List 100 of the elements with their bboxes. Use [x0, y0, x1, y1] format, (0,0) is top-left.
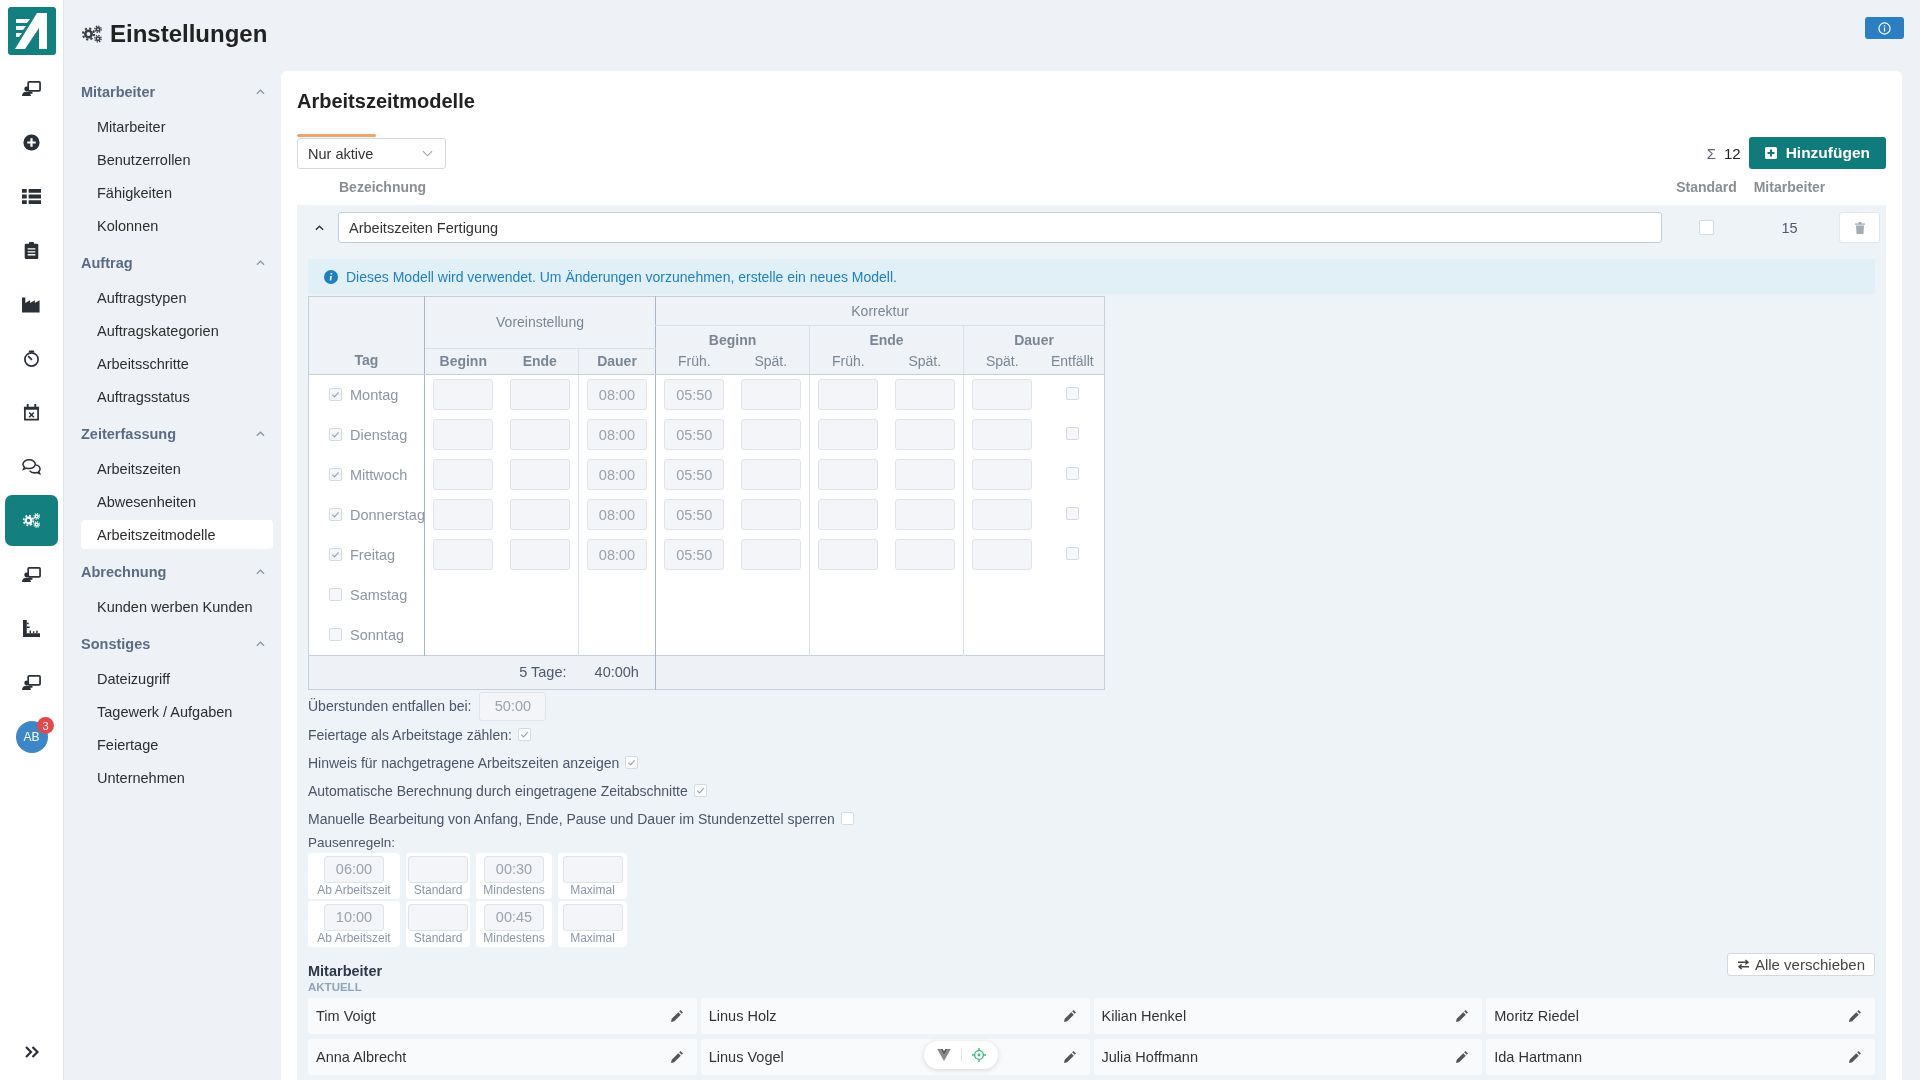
time-input[interactable]	[894, 459, 955, 490]
time-input[interactable]	[818, 419, 879, 450]
pencil-icon[interactable]	[1456, 1009, 1469, 1022]
checkbox[interactable]	[329, 548, 342, 561]
time-input[interactable]	[509, 459, 570, 490]
time-input[interactable]	[740, 499, 801, 530]
checkbox[interactable]	[840, 812, 854, 825]
time-input[interactable]	[740, 459, 801, 490]
sidebar-item[interactable]: Unternehmen	[81, 763, 273, 792]
time-input[interactable]	[408, 855, 468, 883]
time-input[interactable]	[509, 499, 570, 530]
factory-icon	[22, 296, 41, 313]
time-input[interactable]	[433, 499, 494, 530]
sidebar-item[interactable]: Mitarbeiter	[81, 112, 273, 141]
time-input[interactable]	[740, 539, 801, 570]
move-all-button[interactable]: Alle verschieben	[1726, 952, 1875, 976]
time-input[interactable]	[408, 903, 468, 931]
option-label: Automatische Berechnung durch eingetragene Zeitabschnitte	[308, 782, 688, 799]
section-header[interactable]: Auftrag	[81, 245, 273, 281]
checkbox[interactable]	[1065, 466, 1079, 480]
checkbox[interactable]	[329, 588, 342, 601]
time-input[interactable]	[562, 903, 623, 931]
sidebar-item[interactable]: Kunden werben Kunden	[81, 592, 273, 621]
sidebar-item[interactable]: Arbeitsschritte	[81, 349, 273, 378]
pencil-icon[interactable]	[1456, 1050, 1469, 1063]
time-input[interactable]	[894, 379, 955, 410]
double-chevron-icon[interactable]	[24, 1046, 39, 1058]
time-input[interactable]	[972, 539, 1033, 570]
crosshair-icon[interactable]	[971, 1048, 986, 1062]
pencil-icon[interactable]	[1063, 1009, 1076, 1022]
sidebar-item[interactable]: Benutzerrollen	[81, 145, 273, 174]
time-input[interactable]	[433, 419, 494, 450]
checkbox[interactable]	[329, 508, 342, 521]
pencil-icon[interactable]	[1849, 1009, 1861, 1022]
sidebar-item[interactable]: Dateizugriff	[81, 664, 273, 693]
pencil-icon[interactable]	[670, 1009, 683, 1022]
v-logo-icon[interactable]	[936, 1049, 951, 1061]
time-input[interactable]	[433, 459, 494, 490]
checkbox[interactable]	[329, 388, 342, 401]
logo-icon[interactable]	[7, 7, 56, 55]
time-input[interactable]	[433, 379, 494, 410]
section-header[interactable]: Mitarbeiter	[81, 74, 273, 110]
time-input[interactable]	[509, 419, 570, 450]
section-header[interactable]: Abrechnung	[81, 554, 273, 590]
sidebar-item[interactable]: Tagewerk / Aufgaben	[81, 697, 273, 726]
checkbox[interactable]	[1065, 426, 1079, 440]
trash-icon	[1854, 221, 1865, 234]
checkbox[interactable]	[1065, 506, 1079, 520]
time-input[interactable]	[818, 459, 879, 490]
section-header[interactable]: Sonstiges	[81, 626, 273, 662]
column-header: Spät.	[985, 352, 1019, 369]
delete-button[interactable]	[1839, 212, 1880, 243]
sidebar-item[interactable]: Fähigkeiten	[81, 178, 273, 207]
sidebar-item[interactable]: Auftragstypen	[81, 283, 273, 312]
time-input[interactable]	[433, 539, 494, 570]
time-input[interactable]	[972, 499, 1033, 530]
checkbox[interactable]	[1065, 546, 1079, 560]
info-button[interactable]	[1865, 17, 1904, 39]
time-input[interactable]	[740, 379, 801, 410]
time-input[interactable]	[818, 539, 879, 570]
sidebar-item[interactable]: Feiertage	[81, 730, 273, 759]
add-button[interactable]: Hinzufügen	[1748, 137, 1886, 169]
checkbox[interactable]	[329, 428, 342, 441]
sidebar-item[interactable]: Arbeitszeitmodelle	[81, 520, 273, 549]
sidebar-item[interactable]: Auftragskategorien	[81, 316, 273, 345]
column-header: Dauer	[1014, 332, 1054, 348]
sidebar-item[interactable]: Auftragsstatus	[81, 382, 273, 411]
filter-dropdown[interactable]: Nur aktive	[297, 138, 446, 169]
checkbox[interactable]	[517, 728, 531, 741]
time-input[interactable]	[894, 539, 955, 570]
day-label: Mittwoch	[350, 466, 408, 483]
sidebar-item[interactable]: Arbeitszeiten	[81, 454, 273, 483]
checkbox[interactable]	[329, 628, 342, 641]
checkbox[interactable]	[693, 784, 707, 797]
name-input[interactable]: Arbeitszeiten Fertigung	[338, 212, 1662, 243]
time-input[interactable]	[972, 379, 1033, 410]
page-title: Einstellungen	[110, 22, 268, 46]
checkbox[interactable]	[625, 756, 639, 769]
pencil-icon[interactable]	[1849, 1050, 1861, 1063]
time-input[interactable]	[894, 499, 955, 530]
checkbox[interactable]	[1065, 386, 1079, 400]
chevron-up-icon[interactable]	[315, 224, 324, 231]
time-input[interactable]	[818, 379, 879, 410]
checkbox[interactable]	[329, 468, 342, 481]
time-input[interactable]	[972, 419, 1033, 450]
sidebar-item[interactable]: Kolonnen	[81, 211, 273, 240]
checkmark-icon	[331, 430, 340, 439]
checkbox[interactable]	[1699, 220, 1714, 235]
time-input[interactable]	[818, 499, 879, 530]
time-input[interactable]	[894, 419, 955, 450]
pencil-icon[interactable]	[1063, 1050, 1076, 1063]
day-label: Samstag	[350, 586, 408, 603]
section-header[interactable]: Zeiterfassung	[81, 416, 273, 452]
time-input[interactable]	[562, 855, 623, 883]
time-input[interactable]	[972, 459, 1033, 490]
time-input[interactable]	[509, 539, 570, 570]
time-input[interactable]	[740, 419, 801, 450]
time-input[interactable]	[509, 379, 570, 410]
pencil-icon[interactable]	[670, 1050, 683, 1063]
sidebar-item[interactable]: Abwesenheiten	[81, 487, 273, 516]
